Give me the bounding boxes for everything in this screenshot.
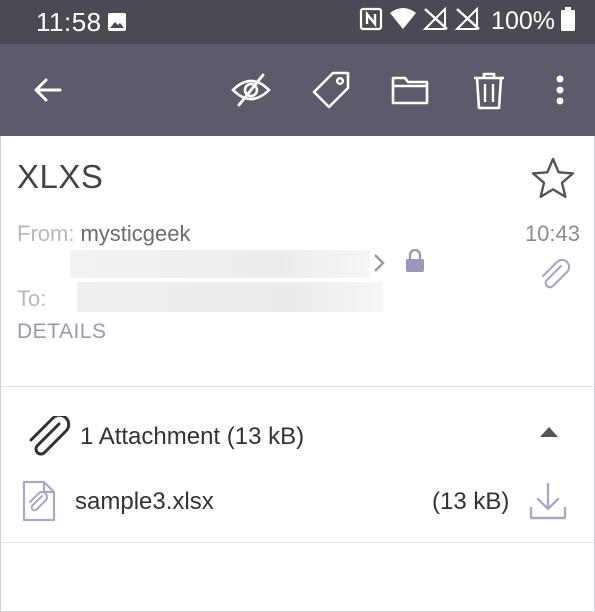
visibility-off-icon[interactable] <box>229 68 273 112</box>
details-link[interactable]: DETAILS <box>17 320 106 344</box>
no-signal-icon <box>422 6 449 36</box>
move-to-folder-icon[interactable] <box>388 68 432 112</box>
download-icon[interactable] <box>528 481 568 526</box>
collapse-triangle-icon[interactable] <box>538 425 560 444</box>
more-options-icon[interactable] <box>538 68 582 112</box>
status-time: 11:58 <box>36 7 102 37</box>
battery-percent: 100% <box>491 7 555 35</box>
attachment-file-name[interactable]: sample3.xlsx <box>75 488 214 516</box>
sender-name[interactable]: mysticgeek <box>80 221 190 246</box>
sender-address-redacted <box>70 250 370 278</box>
attachment-file-size: (13 kB) <box>432 488 510 515</box>
divider <box>0 386 595 387</box>
delete-trash-icon[interactable] <box>467 68 511 112</box>
label-tag-icon[interactable] <box>309 68 353 112</box>
status-bar: 11:58 100% <box>0 0 595 44</box>
to-label: To: <box>17 286 47 311</box>
from-label: From: <box>17 221 75 246</box>
email-toolbar <box>0 44 595 136</box>
attachments-header[interactable]: 1 Attachment (13 kB) <box>80 423 304 451</box>
recipient-address-redacted <box>77 282 383 312</box>
nfc-icon <box>359 7 383 36</box>
from-row: From: mysticgeek <box>17 221 191 247</box>
status-right-group: 100% <box>359 6 575 36</box>
wifi-icon <box>389 7 417 36</box>
chevron-right-icon[interactable] <box>372 252 386 279</box>
attachment-indicator-icon <box>537 258 571 295</box>
star-icon[interactable] <box>530 156 576 205</box>
back-arrow-icon[interactable] <box>26 68 70 112</box>
file-attachment-icon <box>22 480 56 527</box>
lock-icon <box>405 248 425 278</box>
no-signal-icon <box>454 6 481 36</box>
divider <box>0 542 595 543</box>
paperclip-icon <box>25 414 71 458</box>
email-subject: XLXS <box>17 158 104 195</box>
image-icon <box>107 12 127 37</box>
battery-icon <box>561 7 575 36</box>
email-time: 10:43 <box>524 221 580 246</box>
